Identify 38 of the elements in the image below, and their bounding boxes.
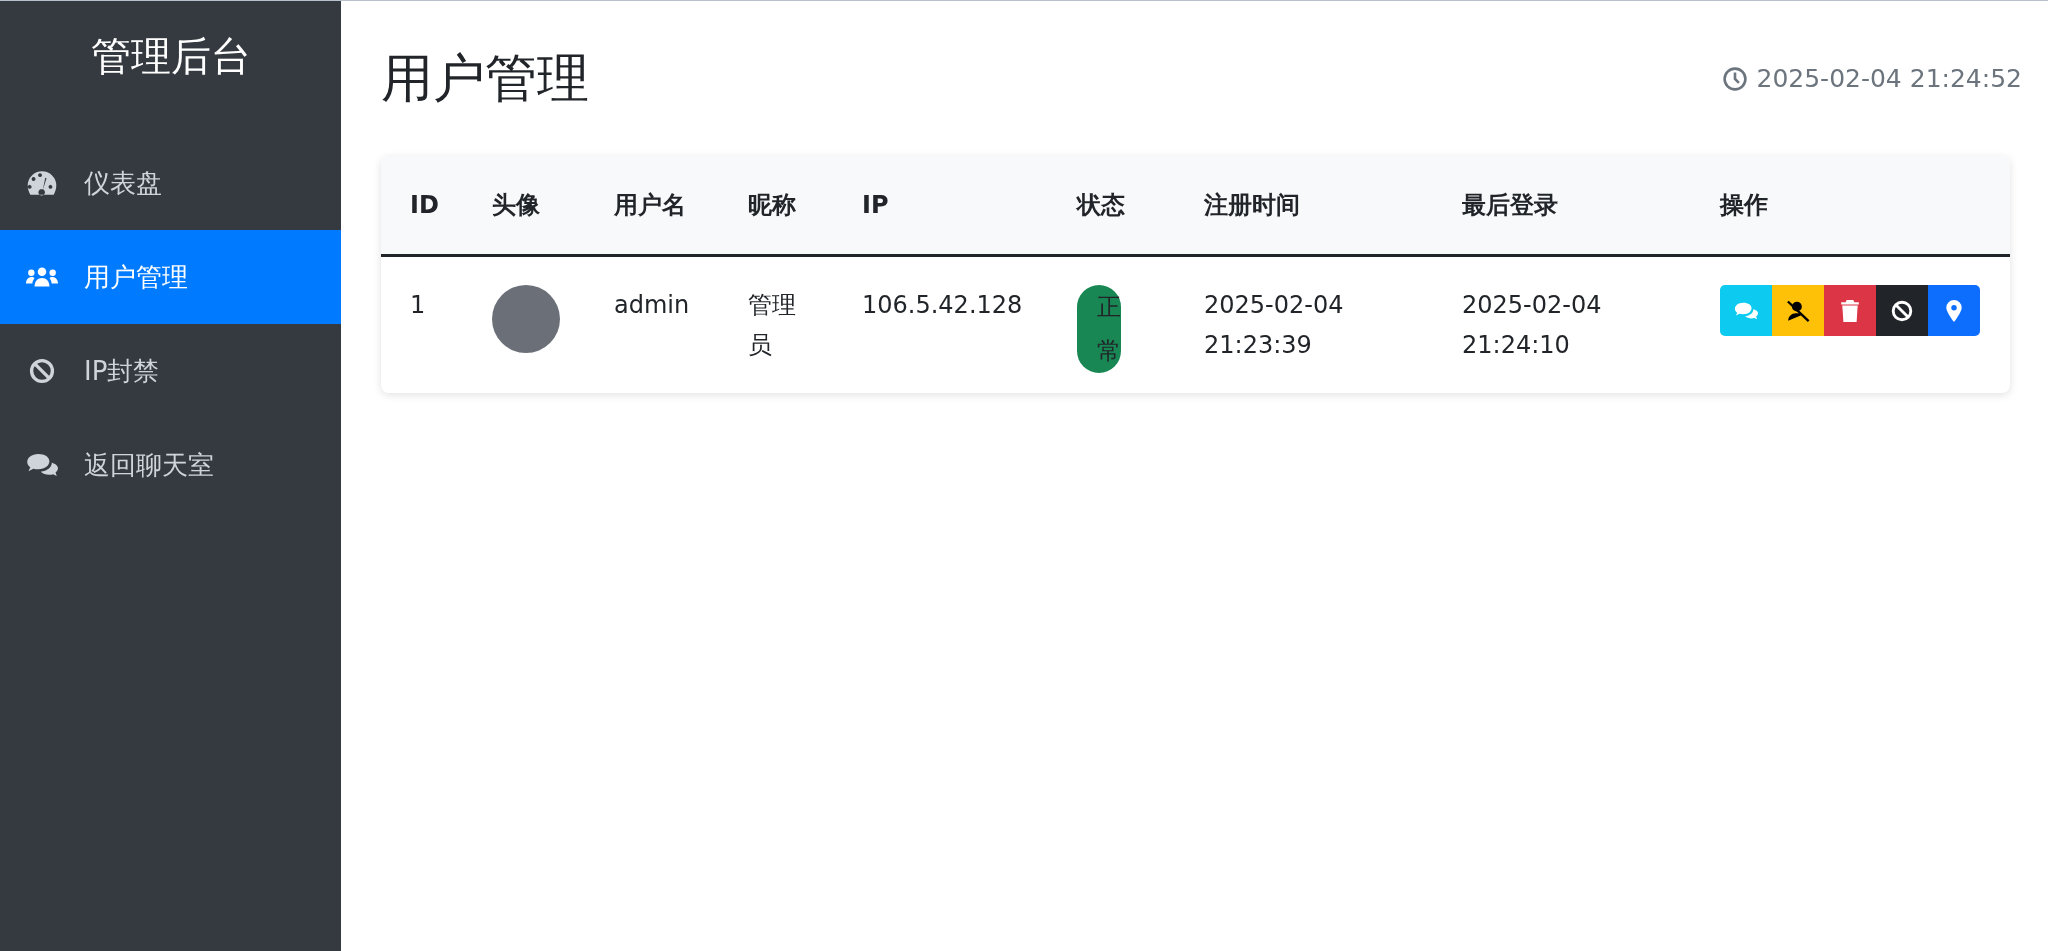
sidebar-item[interactable]: 用户管理 — [0, 230, 341, 324]
sidebar-title: 管理后台 — [89, 32, 252, 81]
current-time: 2025-02-04 21:24:52 — [1756, 64, 2022, 93]
sidebar-item-label: IP封禁 — [84, 354, 160, 388]
table-cell-text: 1 — [410, 290, 426, 321]
comments-icon — [26, 452, 58, 478]
sidebar-item[interactable]: 仪表盘 — [0, 136, 341, 230]
trash-icon — [1838, 299, 1862, 322]
column-header: 头像 — [492, 190, 540, 221]
table-cell-text: 管理员 — [748, 290, 797, 361]
ban-icon — [1890, 299, 1914, 322]
table-cell-text: admin — [614, 290, 690, 321]
locate-button[interactable] — [1928, 285, 1980, 336]
delete-button[interactable] — [1824, 285, 1876, 336]
sidebar-item[interactable]: 返回聊天室 — [0, 418, 341, 512]
column-header: IP — [862, 191, 889, 219]
user-slash-icon — [1786, 299, 1810, 322]
mute-button[interactable] — [1772, 285, 1824, 336]
column-header: 昵称 — [748, 190, 796, 221]
table-cell-text: 106.5.42.128 — [862, 290, 1023, 321]
column-header: 操作 — [1720, 190, 1768, 221]
table-cell-text: 2025-02-04 21:24:10 — [1462, 290, 1603, 361]
column-header: ID — [410, 191, 439, 219]
sidebar-item-label: 用户管理 — [84, 260, 188, 294]
sidebar-item-label: 返回聊天室 — [84, 448, 214, 482]
column-header: 最后登录 — [1462, 190, 1558, 221]
page-title: 用户管理 — [381, 46, 589, 110]
column-header: 注册时间 — [1204, 190, 1300, 221]
gauge-icon — [26, 170, 58, 196]
sidebar-item[interactable]: IP封禁 — [0, 324, 341, 418]
ban-button[interactable] — [1876, 285, 1928, 336]
column-header: 用户名 — [614, 190, 686, 221]
status-badge: 正常 — [1077, 285, 1121, 373]
column-header: 状态 — [1077, 190, 1125, 221]
table-cell-text: 2025-02-04 21:23:39 — [1204, 290, 1345, 361]
sidebar-item-label: 仪表盘 — [84, 166, 162, 200]
clock-icon — [1722, 65, 1749, 92]
users-icon — [26, 264, 58, 290]
